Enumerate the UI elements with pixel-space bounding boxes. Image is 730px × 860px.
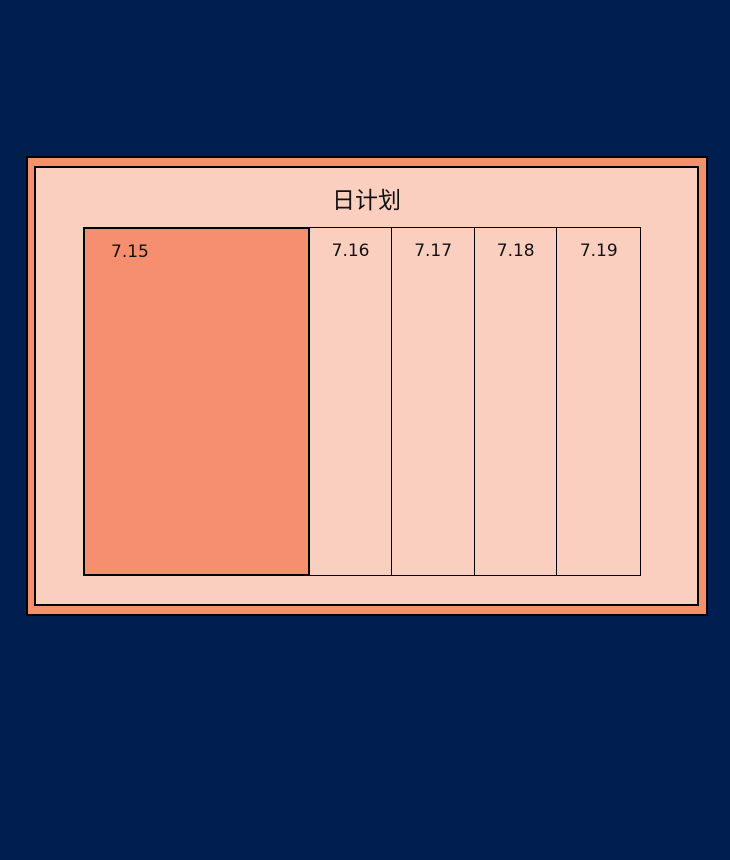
day-label: 7.15 bbox=[111, 242, 149, 262]
day-column-7-18[interactable]: 7.18 bbox=[474, 228, 558, 575]
daily-plan-card: 日计划 7.15 7.16 7.17 7.18 7.19 bbox=[26, 156, 708, 616]
day-column-7-16[interactable]: 7.16 bbox=[309, 228, 393, 575]
day-columns: 7.15 7.16 7.17 7.18 7.19 bbox=[83, 227, 641, 576]
day-column-7-17[interactable]: 7.17 bbox=[392, 228, 475, 575]
day-column-7-15[interactable]: 7.15 bbox=[83, 227, 310, 576]
card-title: 日计划 bbox=[332, 188, 401, 214]
day-label: 7.16 bbox=[331, 241, 370, 261]
daily-plan-panel: 日计划 7.15 7.16 7.17 7.18 7.19 bbox=[34, 166, 699, 606]
day-label: 7.18 bbox=[496, 241, 535, 261]
day-label: 7.17 bbox=[414, 241, 453, 261]
day-column-7-19[interactable]: 7.19 bbox=[557, 228, 641, 575]
day-label: 7.19 bbox=[579, 241, 618, 261]
